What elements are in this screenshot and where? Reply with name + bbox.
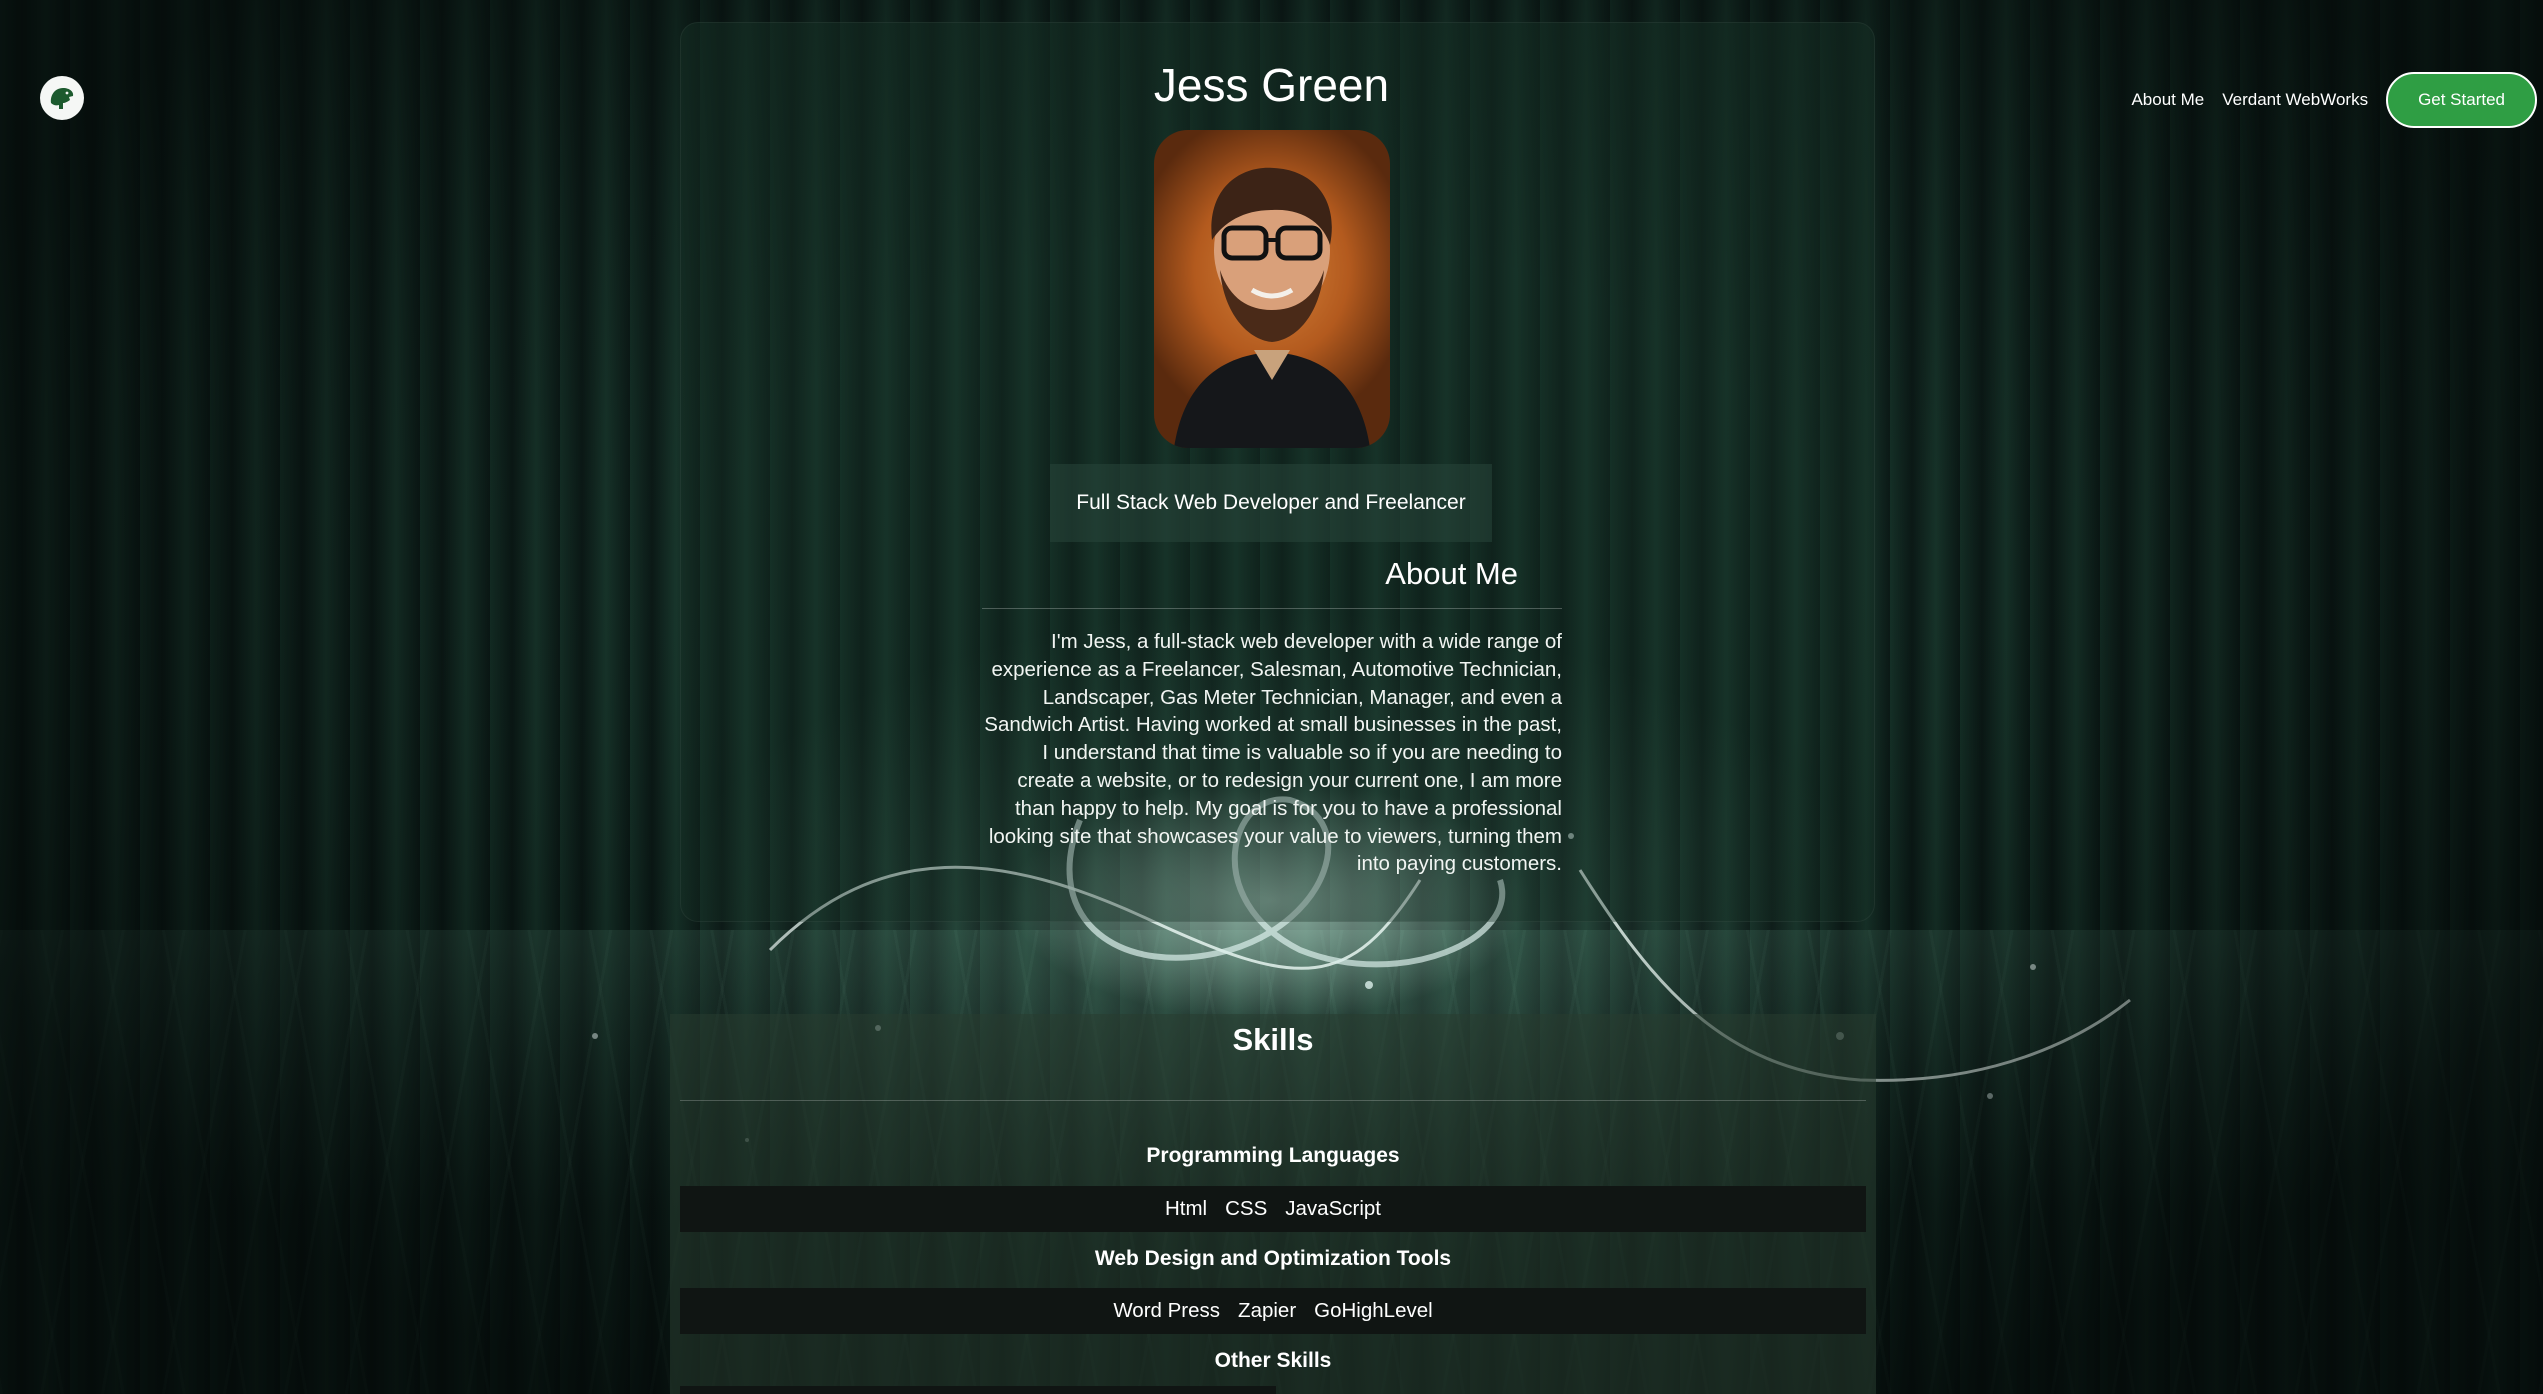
about-title: About Me <box>1385 556 1518 591</box>
skill-list-row <box>680 1386 1276 1394</box>
skill-category-title: Other Skills <box>1214 1349 1332 1372</box>
skill-category-title: Web Design and Optimization Tools <box>1094 1247 1452 1270</box>
skill-list-row: Html CSS JavaScript <box>680 1186 1866 1232</box>
tagline-box: Full Stack Web Developer and Freelancer <box>1050 464 1492 542</box>
portrait-illustration <box>1174 167 1370 448</box>
skills-divider <box>680 1100 1866 1101</box>
skill-list-row: Word Press Zapier GoHighLevel <box>680 1288 1866 1334</box>
about-divider <box>982 608 1562 609</box>
about-text: I'm Jess, a full-stack web developer wit… <box>984 630 1562 876</box>
skill-item: Word Press <box>1113 1299 1221 1322</box>
tagline-text: Full Stack Web Developer and Freelancer <box>1076 491 1466 514</box>
skill-item: JavaScript <box>1285 1197 1381 1220</box>
skills-section: Skills Programming Languages Html CSS Ja… <box>670 1014 1876 1394</box>
profile-name: Jess Green <box>1153 59 1390 111</box>
profile-photo <box>1154 130 1390 448</box>
skill-item: GoHighLevel <box>1314 1299 1433 1322</box>
page: About Me Verdant WebWorks Get Started Je… <box>0 0 2543 1394</box>
skill-item: Html <box>1164 1197 1208 1220</box>
skill-item: CSS <box>1225 1197 1268 1220</box>
skills-title: Skills <box>1232 1022 1314 1057</box>
skill-category-title: Programming Languages <box>1146 1144 1400 1167</box>
skill-item: Zapier <box>1238 1299 1297 1322</box>
